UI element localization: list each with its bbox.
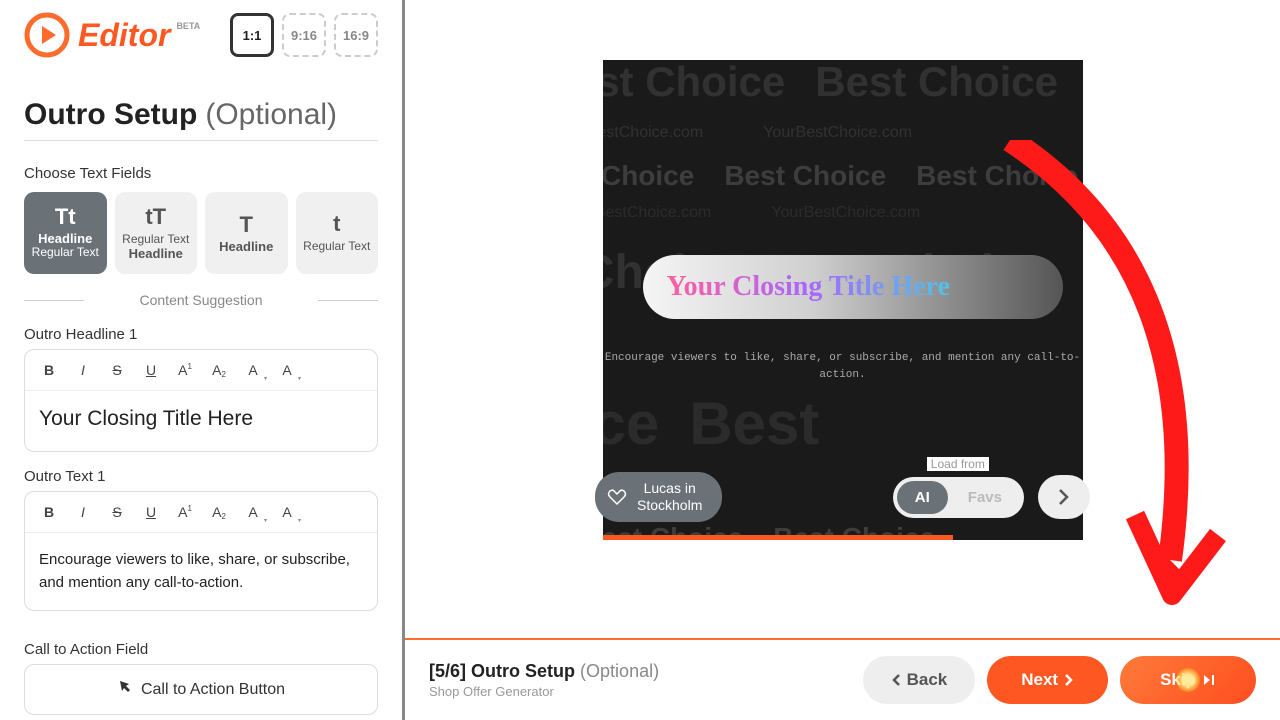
footer: [5/6] Outro Setup (Optional) Shop Offer … bbox=[405, 638, 1280, 720]
cta-button[interactable]: Call to Action Button bbox=[24, 664, 378, 715]
subscript-button[interactable]: A2 bbox=[203, 498, 235, 526]
ratio-9-16[interactable]: 9:16 bbox=[282, 13, 326, 57]
voice-name: Lucas in bbox=[637, 480, 702, 497]
strike-button[interactable]: S bbox=[101, 356, 133, 384]
italic-button[interactable]: I bbox=[67, 498, 99, 526]
field-card-icon: T bbox=[240, 214, 253, 236]
page-title: Outro Setup (Optional) bbox=[24, 98, 378, 141]
cursor-highlight bbox=[1176, 668, 1200, 692]
field-card-label: Headline bbox=[38, 232, 92, 245]
text-color-button[interactable]: A▾ bbox=[237, 498, 269, 526]
aspect-ratio-group: 1:1 9:16 16:9 bbox=[230, 13, 378, 57]
outro-headline-label: Outro Headline 1 bbox=[24, 326, 378, 343]
field-card-icon: Tt bbox=[55, 206, 76, 228]
superscript-button[interactable]: A1 bbox=[169, 498, 201, 526]
load-from-label: Load from bbox=[927, 457, 989, 471]
generator-name: Shop Offer Generator bbox=[429, 684, 659, 699]
text-toolbar: B I S U A1 A2 A▾ A▾ bbox=[25, 492, 377, 533]
step-optional: (Optional) bbox=[580, 661, 659, 681]
outro-headline-input[interactable]: Your Closing Title Here bbox=[25, 391, 377, 451]
preview-area: Best ChoiceBest Choice urBestChoice.comY… bbox=[405, 0, 1280, 638]
outro-text-input[interactable]: Encourage viewers to like, share, or sub… bbox=[25, 533, 377, 610]
step-number: [5/6] bbox=[429, 661, 466, 681]
strike-button[interactable]: S bbox=[101, 498, 133, 526]
ratio-1-1[interactable]: 1:1 bbox=[230, 13, 274, 57]
highlight-button[interactable]: A▾ bbox=[271, 356, 303, 384]
outro-text-label: Outro Text 1 bbox=[24, 468, 378, 485]
field-cards: Tt Headline Regular Text tT Regular Text… bbox=[24, 192, 378, 274]
logo-row: Editor BETA 1:1 9:16 16:9 bbox=[24, 12, 378, 58]
logo: Editor BETA bbox=[24, 12, 200, 58]
next-button[interactable]: Next bbox=[987, 656, 1108, 704]
preview-subtext: Encourage viewers to like, share, or sub… bbox=[603, 350, 1083, 383]
load-ai-button[interactable]: AI bbox=[897, 481, 948, 514]
heart-icon bbox=[607, 487, 627, 507]
page-title-text: Outro Setup bbox=[24, 98, 197, 132]
bold-button[interactable]: B bbox=[33, 356, 65, 384]
field-card-label: Headline bbox=[219, 240, 273, 253]
preview-canvas: Best ChoiceBest Choice urBestChoice.comY… bbox=[603, 60, 1083, 540]
chevron-right-icon bbox=[1058, 488, 1070, 506]
voice-pill[interactable]: Lucas in Stockholm bbox=[595, 472, 722, 522]
preview-title: Your Closing Title Here bbox=[643, 255, 1063, 319]
step-indicator: [5/6] Outro Setup (Optional) bbox=[429, 661, 659, 682]
field-card-headline-regular[interactable]: Tt Headline Regular Text bbox=[24, 192, 107, 274]
skip-icon bbox=[1202, 673, 1216, 687]
beta-badge: BETA bbox=[176, 21, 200, 31]
preview-title-text: Your Closing Title Here bbox=[667, 271, 950, 303]
subscript-button[interactable]: A2 bbox=[203, 356, 235, 384]
field-card-label: Regular Text bbox=[122, 232, 189, 246]
preview-controls: Lucas in Stockholm Load from AI Favs bbox=[595, 472, 1090, 522]
text-color-button[interactable]: A▾ bbox=[237, 356, 269, 384]
preview-progress-bar bbox=[603, 535, 953, 540]
outro-headline-editor: B I S U A1 A2 A▾ A▾ Your Closing Title H… bbox=[24, 349, 378, 452]
choose-text-fields-label: Choose Text Fields bbox=[24, 165, 378, 182]
load-favs-button[interactable]: Favs bbox=[950, 481, 1020, 514]
bold-button[interactable]: B bbox=[33, 498, 65, 526]
field-card-label: Regular Text bbox=[303, 239, 370, 253]
main: Best ChoiceBest Choice urBestChoice.comY… bbox=[405, 0, 1280, 720]
play-icon bbox=[24, 12, 70, 58]
chevron-right-icon bbox=[1064, 673, 1074, 687]
field-card-headline-only[interactable]: T Headline bbox=[205, 192, 288, 274]
field-card-sublabel: Regular Text bbox=[32, 245, 99, 259]
headline-toolbar: B I S U A1 A2 A▾ A▾ bbox=[25, 350, 377, 391]
cta-field-label: Call to Action Field bbox=[24, 641, 378, 658]
field-card-regular-only[interactable]: t Regular Text bbox=[296, 192, 379, 274]
back-button[interactable]: Back bbox=[863, 656, 976, 704]
italic-button[interactable]: I bbox=[67, 356, 99, 384]
highlight-button[interactable]: A▾ bbox=[271, 498, 303, 526]
back-button-label: Back bbox=[907, 670, 948, 690]
underline-button[interactable]: U bbox=[135, 498, 167, 526]
voice-location: Stockholm bbox=[637, 497, 702, 514]
step-title: Outro Setup bbox=[471, 661, 575, 681]
sidebar: Editor BETA 1:1 9:16 16:9 Outro Setup (O… bbox=[0, 0, 405, 720]
field-card-icon: tT bbox=[145, 206, 166, 228]
load-from-group: Load from AI Favs bbox=[893, 475, 1090, 519]
skip-button[interactable]: Skip bbox=[1120, 656, 1256, 704]
cta-button-label: Call to Action Button bbox=[141, 681, 285, 699]
content-suggestion-divider: Content Suggestion bbox=[24, 292, 378, 308]
field-card-icon: t bbox=[333, 213, 340, 235]
logo-text: Editor bbox=[78, 17, 170, 54]
underline-button[interactable]: U bbox=[135, 356, 167, 384]
next-suggestion-button[interactable] bbox=[1038, 475, 1090, 519]
ratio-16-9[interactable]: 16:9 bbox=[334, 13, 378, 57]
chevron-left-icon bbox=[891, 673, 901, 687]
superscript-button[interactable]: A1 bbox=[169, 356, 201, 384]
field-card-regular-headline[interactable]: tT Regular Text Headline bbox=[115, 192, 198, 274]
field-card-sublabel: Headline bbox=[129, 247, 183, 260]
page-title-optional: (Optional) bbox=[205, 98, 337, 132]
cursor-icon bbox=[117, 679, 133, 700]
outro-text-editor: B I S U A1 A2 A▾ A▾ Encourage viewers to… bbox=[24, 491, 378, 611]
next-button-label: Next bbox=[1021, 670, 1058, 690]
